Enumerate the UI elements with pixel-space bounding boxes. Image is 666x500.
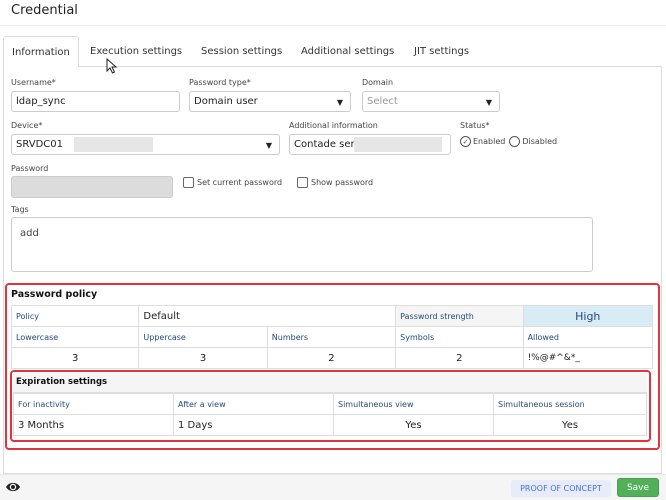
page-title: Credential: [11, 3, 78, 18]
val-lowercase: 3: [10, 347, 140, 369]
val-symbols: 2: [395, 347, 524, 369]
col-allowed: Allowed: [522, 326, 654, 348]
domain-select[interactable]: Select ▼: [362, 91, 500, 112]
redacted-block: [354, 137, 442, 152]
col-simultaneous-view: Simultaneous view: [333, 393, 494, 415]
domain-placeholder: Select: [367, 96, 398, 107]
title-bar: Credential: [0, 0, 666, 26]
col-after-a-view: After a view: [173, 393, 334, 415]
password-type-value: Domain user: [194, 96, 258, 107]
col-simultaneous-session: Simultaneous session: [493, 393, 647, 415]
expiration-settings-title: Expiration settings: [13, 373, 647, 393]
radio-enabled-label: Enabled: [473, 137, 506, 146]
status-label: Status*: [460, 121, 490, 130]
device-label: Device*: [11, 121, 43, 130]
password-policy-title: Password policy: [11, 289, 98, 300]
col-for-inactivity: For inactivity: [13, 393, 174, 415]
password-input[interactable]: [11, 176, 173, 198]
caret-down-icon: ▼: [265, 141, 272, 150]
tab-jit-settings[interactable]: JIT settings: [414, 36, 469, 66]
set-current-password-label: Set current password: [197, 178, 283, 187]
tab-additional-settings[interactable]: Additional settings: [301, 36, 394, 66]
mouse-cursor-icon: [106, 58, 118, 74]
caret-down-icon: ▼: [485, 98, 492, 107]
show-password-checkbox[interactable]: [297, 177, 308, 188]
set-current-password-checkbox[interactable]: [183, 177, 194, 188]
show-password-option[interactable]: Show password: [297, 177, 373, 188]
save-button[interactable]: Save: [617, 478, 659, 497]
tab-session-settings[interactable]: Session settings: [201, 36, 282, 66]
show-password-label: Show password: [311, 178, 374, 187]
password-strength-value: High: [522, 305, 654, 327]
password-policy-table: Policy Default Password strength High Lo…: [10, 305, 654, 369]
password-strength-label: Password strength: [395, 305, 524, 327]
password-type-select[interactable]: Domain user ▼: [189, 91, 351, 112]
col-numbers: Numbers: [266, 326, 397, 348]
username-value: ldap_sync: [16, 96, 66, 107]
radio-disabled[interactable]: [509, 136, 521, 147]
tab-execution-settings[interactable]: Execution settings: [90, 36, 182, 66]
col-symbols: Symbols: [395, 326, 524, 348]
domain-label: Domain: [362, 78, 394, 87]
policy-header-row: Lowercase Uppercase Numbers Symbols Allo…: [10, 326, 654, 348]
policy-row: Policy Default Password strength High: [10, 305, 654, 327]
policy-label: Policy: [10, 305, 140, 327]
redacted-block: [74, 137, 153, 152]
tags-placeholder: add: [20, 228, 39, 239]
expiration-settings-table: For inactivity After a view Simultaneous…: [13, 393, 647, 436]
username-input[interactable]: ldap_sync: [11, 91, 180, 112]
val-after-a-view: 1 Days: [173, 414, 334, 436]
password-type-label: Password type*: [189, 78, 251, 87]
tags-label: Tags: [11, 205, 29, 214]
expiration-header-row: For inactivity After a view Simultaneous…: [13, 393, 647, 415]
tags-input[interactable]: add: [11, 217, 593, 272]
device-select[interactable]: SRVDC01 ▼: [11, 134, 280, 155]
eye-icon[interactable]: [5, 481, 21, 493]
radio-enabled[interactable]: ✓: [460, 136, 471, 147]
val-allowed: !%@#^&*_: [522, 347, 654, 369]
radio-disabled-label: Disabled: [522, 137, 558, 146]
caret-down-icon: ▼: [336, 98, 343, 107]
password-label: Password: [11, 164, 49, 173]
footer-bar: PROOF OF CONCEPT Save: [0, 474, 666, 500]
additional-info-label: Additional information: [289, 121, 378, 130]
set-current-password-option[interactable]: Set current password: [183, 177, 282, 188]
status-radio-group: ✓ Enabled Disabled: [460, 136, 557, 147]
proof-of-concept-button[interactable]: PROOF OF CONCEPT: [511, 480, 611, 497]
col-lowercase: Lowercase: [10, 326, 140, 348]
username-label: Username*: [11, 78, 56, 87]
val-for-inactivity: 3 Months: [13, 414, 174, 436]
val-uppercase: 3: [138, 347, 268, 369]
policy-values-row: 3 3 2 2 !%@#^&*_: [10, 347, 654, 369]
additional-info-input[interactable]: Contade serviço: [289, 134, 451, 155]
val-simultaneous-session: Yes: [493, 414, 647, 436]
val-simultaneous-view: Yes: [333, 414, 494, 436]
val-numbers: 2: [266, 347, 397, 369]
expiration-values-row: 3 Months 1 Days Yes Yes: [13, 414, 647, 436]
tab-bar: Information Execution settings Session s…: [0, 36, 666, 67]
col-uppercase: Uppercase: [138, 326, 268, 348]
tab-information[interactable]: Information: [3, 36, 79, 67]
policy-value: Default: [138, 305, 397, 327]
device-value: SRVDC01: [16, 139, 63, 150]
